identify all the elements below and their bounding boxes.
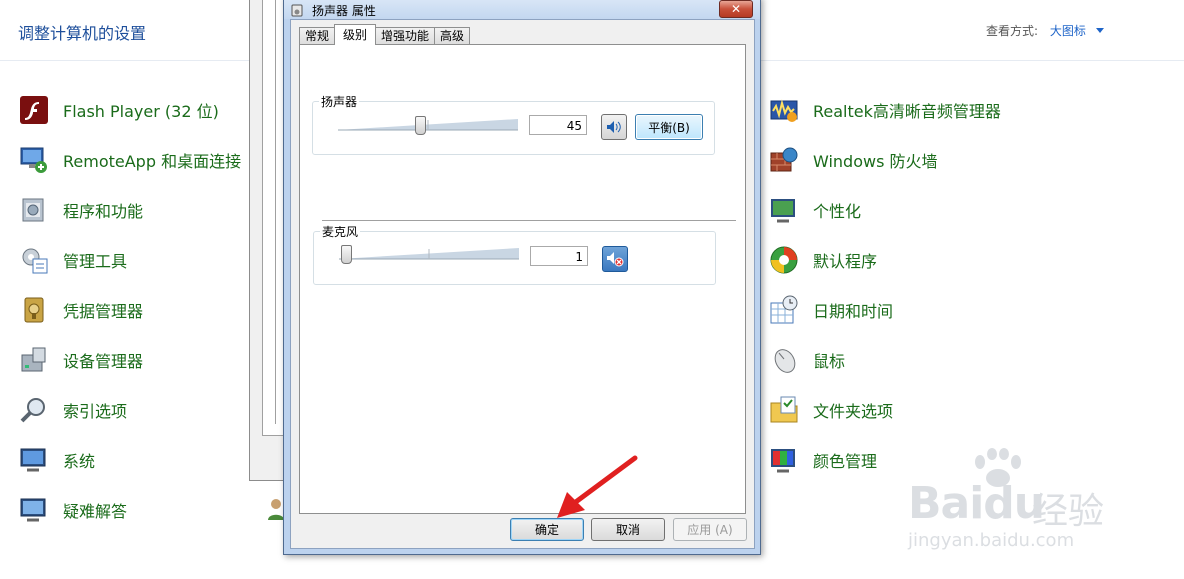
remoteapp-icon (19, 145, 49, 175)
device-manager-icon (19, 345, 49, 375)
realtek-audio-icon (769, 95, 799, 125)
system-icon (19, 445, 49, 475)
troubleshooting-icon (19, 495, 49, 525)
tab-strip: 常规 级别 增强功能 高级 (299, 24, 471, 45)
cp-item-flash-player[interactable]: Flash Player (32 位) (19, 94, 219, 126)
dialog-body: 常规 级别 增强功能 高级 扬声器 45 平衡(B) 麦克风 1 (290, 19, 755, 549)
cp-item-label[interactable]: Realtek高清晰音频管理器 (813, 98, 1001, 122)
cp-item-system[interactable]: 系统 (19, 444, 95, 476)
microphone-level-group: 麦克风 1 (313, 223, 716, 285)
close-button[interactable]: ✕ (719, 0, 753, 18)
speaker-properties-dialog: 扬声器 属性 ✕ 常规 级别 增强功能 高级 扬声器 45 平衡(B) 麦克风 … (283, 0, 761, 555)
cp-item-label[interactable]: 文件夹选项 (813, 398, 893, 422)
cp-item-label[interactable]: 索引选项 (63, 398, 127, 422)
speaker-level-input[interactable]: 45 (529, 115, 587, 135)
microphone-volume-slider[interactable] (339, 245, 519, 264)
cp-item-admin-tools[interactable]: 管理工具 (19, 244, 127, 276)
default-programs-icon (769, 245, 799, 275)
cp-item-label[interactable]: Windows 防火墙 (813, 148, 938, 172)
view-by: 查看方式: 大图标 (986, 22, 1104, 39)
dialog-title: 扬声器 属性 (312, 4, 376, 18)
speaker-volume-slider[interactable] (338, 116, 518, 135)
red-arrow-annotation (557, 455, 638, 518)
tab-levels[interactable]: 级别 (334, 24, 377, 45)
mouse-icon (769, 345, 799, 375)
cp-item-folder-options[interactable]: 文件夹选项 (769, 394, 893, 426)
cp-item-label[interactable]: 程序和功能 (63, 198, 143, 222)
cp-item-credential-manager[interactable]: 凭据管理器 (19, 294, 143, 326)
tab-advanced[interactable]: 高级 (434, 27, 471, 45)
cp-item-date-time[interactable]: 日期和时间 (769, 294, 893, 326)
chevron-down-icon[interactable] (1095, 28, 1104, 33)
flash-player-icon (19, 95, 49, 125)
user-accounts-icon (268, 498, 284, 520)
cp-item-label[interactable]: 疑难解答 (63, 498, 127, 522)
cp-item-device-manager[interactable]: 设备管理器 (19, 344, 143, 376)
cp-item-label[interactable]: 默认程序 (813, 248, 877, 272)
cp-item-firewall[interactable]: Windows 防火墙 (769, 144, 938, 176)
cp-item-default-programs[interactable]: 默认程序 (769, 244, 877, 276)
personalization-icon (769, 195, 799, 225)
cp-item-label[interactable]: RemoteApp 和桌面连接 (63, 148, 241, 172)
tab-general[interactable]: 常规 (299, 27, 336, 45)
indexing-icon (19, 395, 49, 425)
speaker-mute-button[interactable] (601, 114, 627, 140)
cp-item-personalization[interactable]: 个性化 (769, 194, 861, 226)
admin-tools-icon (19, 245, 49, 275)
speaker-slider-thumb[interactable] (415, 116, 426, 135)
speaker-level-group: 扬声器 45 平衡(B) (312, 93, 715, 155)
baidu-watermark: Baidu 经验 jingyan.baidu.com (908, 448, 1178, 558)
cp-item-label[interactable]: 鼠标 (813, 348, 845, 372)
folder-options-icon (769, 395, 799, 425)
cp-item-color-management[interactable]: 颜色管理 (769, 444, 877, 476)
group-separator (322, 220, 736, 221)
close-icon: ✕ (730, 2, 742, 16)
microphone-slider-thumb[interactable] (341, 245, 352, 264)
cp-item-realtek-audio[interactable]: Realtek高清晰音频管理器 (769, 94, 1001, 126)
cp-item-label[interactable]: 颜色管理 (813, 448, 877, 472)
microphone-group-label: 麦克风 (320, 223, 361, 240)
muted-speaker-icon (607, 252, 624, 267)
tab-enhancements[interactable]: 增强功能 (375, 27, 436, 45)
slider-track-graphic (338, 119, 518, 131)
view-by-label: 查看方式: (986, 24, 1039, 38)
cp-item-label[interactable]: 个性化 (813, 198, 861, 222)
microphone-mute-button[interactable] (602, 246, 628, 272)
cp-item-remoteapp[interactable]: RemoteApp 和桌面连接 (19, 144, 241, 176)
balance-button[interactable]: 平衡(B) (635, 114, 703, 140)
cp-item-label[interactable]: 管理工具 (63, 248, 127, 272)
cp-item-label[interactable]: 系统 (63, 448, 95, 472)
apply-button[interactable]: 应用 (A) (673, 518, 747, 541)
programs-icon (19, 195, 49, 225)
watermark-jingyan: 经验 (1032, 491, 1105, 532)
firewall-icon (769, 145, 799, 175)
view-by-dropdown[interactable]: 大图标 (1050, 24, 1086, 38)
cp-item-label[interactable]: 日期和时间 (813, 298, 893, 322)
speaker-device-icon (291, 2, 303, 17)
cp-item-label[interactable]: 设备管理器 (63, 348, 143, 372)
cp-item-mouse[interactable]: 鼠标 (769, 344, 845, 376)
color-management-icon (769, 445, 799, 475)
watermark-brand: Baidu (908, 478, 1045, 529)
date-time-icon (769, 295, 799, 325)
dialog-titlebar[interactable]: 扬声器 属性 ✕ (284, 0, 760, 19)
speaker-group-label: 扬声器 (319, 93, 360, 110)
cp-item-indexing[interactable]: 索引选项 (19, 394, 127, 426)
microphone-level-input[interactable]: 1 (530, 246, 588, 266)
credential-manager-icon (19, 295, 49, 325)
cp-item-programs[interactable]: 程序和功能 (19, 194, 143, 226)
page-title: 调整计算机的设置 (18, 24, 147, 43)
slider-track-graphic (339, 248, 519, 260)
cp-item-label[interactable]: Flash Player (32 位) (63, 98, 219, 122)
speaker-icon (607, 121, 621, 133)
cp-item-troubleshooting[interactable]: 疑难解答 (19, 494, 127, 526)
watermark-url: jingyan.baidu.com (908, 530, 1075, 551)
levels-tab-panel: 扬声器 45 平衡(B) 麦克风 1 (299, 44, 746, 514)
cp-item-label[interactable]: 凭据管理器 (63, 298, 143, 322)
